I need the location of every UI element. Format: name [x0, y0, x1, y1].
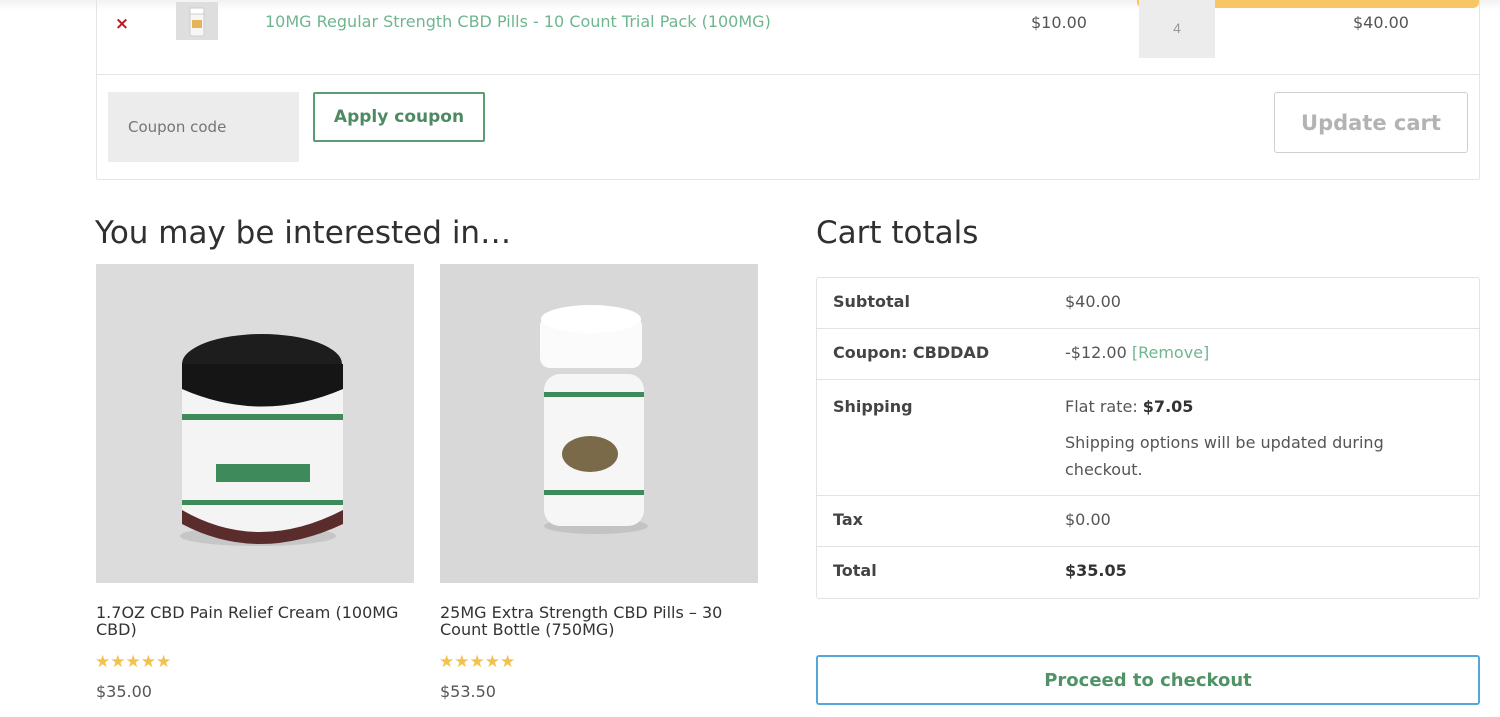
remove-coupon-link[interactable]: [Remove]: [1132, 343, 1209, 362]
tax-row: Tax $0.00: [817, 496, 1479, 547]
remove-item-icon[interactable]: ×: [113, 13, 131, 35]
product-price-pills: $53.50: [440, 682, 496, 701]
rating-stars-cream: ★★★★★: [95, 652, 172, 672]
shipping-method-name: Flat rate:: [1065, 397, 1143, 416]
tax-value: $0.00: [1065, 510, 1111, 529]
product-title-pills[interactable]: 25MG Extra Strength CBD Pills – 30 Count…: [440, 604, 758, 638]
cart-item-subtotal: $40.00: [1353, 13, 1409, 32]
coupon-label: Coupon: CBDDAD: [833, 343, 990, 362]
coupon-value-wrap: -$12.00 [Remove]: [1065, 339, 1465, 366]
related-products-heading: You may be interested in…: [95, 215, 512, 251]
total-label: Total: [833, 561, 877, 580]
cart-product-link[interactable]: 10MG Regular Strength CBD Pills - 10 Cou…: [265, 12, 771, 31]
cart-row-divider: [96, 74, 1480, 75]
product-title-cream[interactable]: 1.7OZ CBD Pain Relief Cream (100MG CBD): [96, 604, 414, 638]
update-cart-button[interactable]: Update cart: [1274, 92, 1468, 153]
shipping-price: $7.05: [1142, 397, 1194, 416]
cart-item-price: $10.00: [1031, 13, 1087, 32]
product-price-cream: $35.00: [96, 682, 152, 701]
shipping-row: Shipping Flat rate: $7.05 Shipping optio…: [817, 380, 1479, 496]
subtotal-row: Subtotal $40.00: [817, 278, 1479, 329]
tax-label: Tax: [833, 510, 863, 529]
shipping-method: Flat rate: $7.05: [1065, 393, 1465, 420]
total-row: Total $35.05: [817, 547, 1479, 598]
shipping-label: Shipping: [833, 397, 913, 416]
coupon-code-input[interactable]: [108, 92, 299, 162]
quantity-input[interactable]: [1139, 0, 1215, 58]
rating-stars-pills: ★★★★★: [439, 652, 516, 672]
apply-coupon-button[interactable]: Apply coupon: [313, 92, 485, 142]
subtotal-label: Subtotal: [833, 292, 910, 311]
cart-totals-table: Subtotal $40.00 Coupon: CBDDAD -$12.00 […: [816, 277, 1480, 599]
proceed-to-checkout-button[interactable]: Proceed to checkout: [816, 655, 1480, 705]
product-thumbnail[interactable]: [176, 2, 218, 40]
coupon-row: Coupon: CBDDAD -$12.00 [Remove]: [817, 329, 1479, 380]
total-value: $35.05: [1065, 561, 1127, 580]
shipping-note: Shipping options will be updated during …: [1065, 433, 1384, 479]
subtotal-value: $40.00: [1065, 292, 1121, 311]
product-image-pills[interactable]: [440, 264, 758, 583]
product-image-cream[interactable]: [96, 264, 414, 583]
cart-totals-heading: Cart totals: [816, 215, 979, 251]
coupon-discount: -$12.00: [1065, 343, 1127, 362]
